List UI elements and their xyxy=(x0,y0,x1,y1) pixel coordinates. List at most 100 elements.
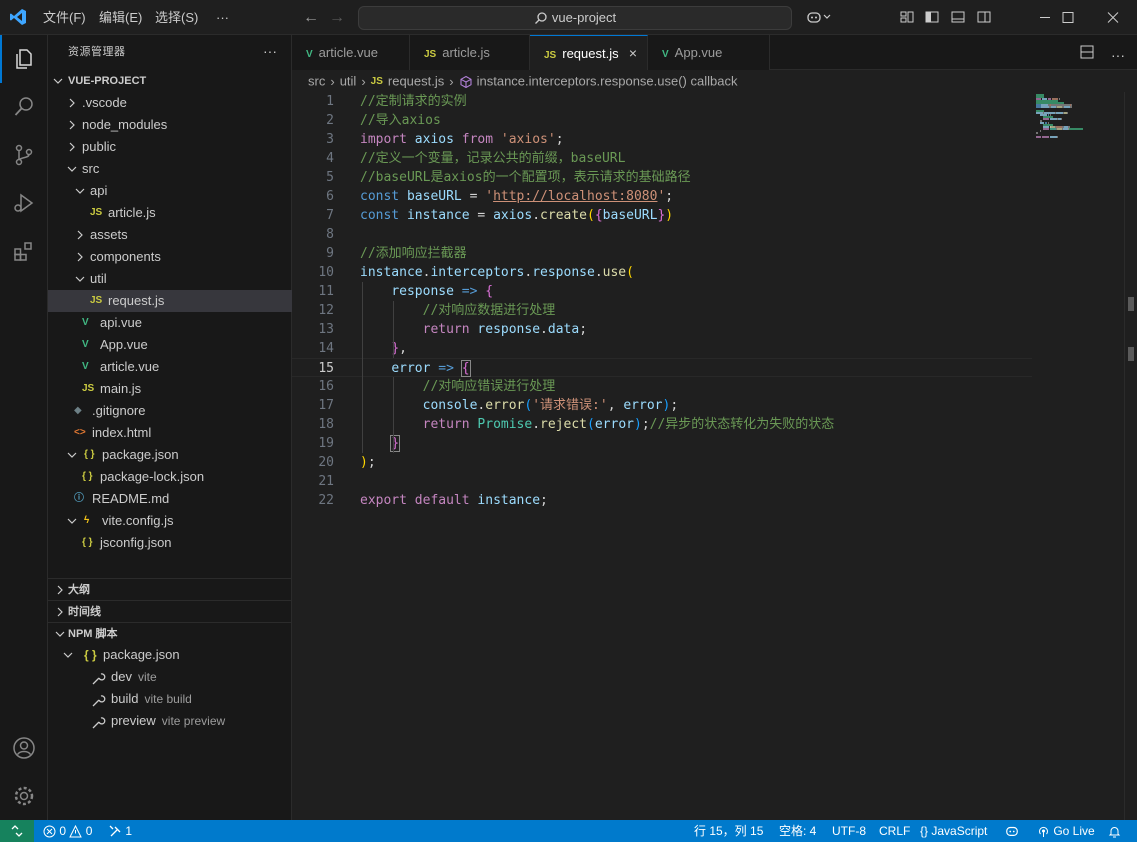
cursor-position[interactable]: 行 15，列 15 xyxy=(694,820,763,842)
language-mode[interactable]: {} JavaScript xyxy=(920,820,987,842)
code-line[interactable]: 11 response => { xyxy=(292,282,1032,301)
command-center-search[interactable]: vue-project xyxy=(358,6,792,30)
tree-item[interactable]: components xyxy=(48,246,292,268)
editor-tab[interactable]: Varticle.vue xyxy=(292,35,410,70)
menu-selection[interactable]: 选择(S) xyxy=(155,0,198,35)
menu-file[interactable]: 文件(F) xyxy=(43,0,86,35)
toggle-panel-icon[interactable] xyxy=(950,9,966,25)
outline-section[interactable]: 大纲 xyxy=(48,578,292,600)
tree-item[interactable]: { } jsconfig.json xyxy=(48,532,292,554)
search-activity[interactable] xyxy=(0,83,48,131)
minimap[interactable] xyxy=(1032,92,1124,820)
chevron-down-icon[interactable] xyxy=(822,9,832,25)
code-line[interactable]: 9 //添加响应拦截器 xyxy=(292,244,1032,263)
source-control-activity[interactable] xyxy=(0,131,48,179)
remote-indicator[interactable] xyxy=(0,820,34,842)
tree-item[interactable]: ϟ vite.config.js xyxy=(48,510,292,532)
close-window-icon[interactable] xyxy=(1090,0,1136,35)
toggle-primary-sidebar-icon[interactable] xyxy=(924,9,940,25)
tree-item[interactable]: Vapi.vue xyxy=(48,312,292,334)
code-line[interactable]: 1 //定制请求的实例 xyxy=(292,92,1032,111)
code-line[interactable]: 7 const instance = axios.create({baseURL}… xyxy=(292,206,1032,225)
code-line[interactable]: 4 //定义一个变量，记录公共的前缀，baseURL xyxy=(292,149,1032,168)
tree-item[interactable]: V App.vue xyxy=(48,334,292,356)
menu-more[interactable]: ··· xyxy=(216,0,229,35)
tree-item[interactable]: util xyxy=(48,268,292,290)
line-ending[interactable]: CRLF xyxy=(879,820,910,842)
tree-item[interactable]: JS article.js xyxy=(48,202,292,224)
copilot-icon[interactable] xyxy=(806,9,822,25)
tree-item[interactable]: src xyxy=(48,158,292,180)
code-line[interactable]: 13 return response.data; xyxy=(292,320,1032,339)
npm-scripts-section[interactable]: NPM 脚本 xyxy=(48,622,292,644)
code-line[interactable]: 10 instance.interceptors.response.use( xyxy=(292,263,1032,282)
code-line[interactable]: 20); xyxy=(292,453,1032,472)
encoding[interactable]: UTF-8 xyxy=(832,820,866,842)
forward-arrow-icon[interactable]: → xyxy=(328,9,346,27)
editor-more-actions[interactable]: ··· xyxy=(1111,47,1125,63)
maximize-icon[interactable] xyxy=(1045,0,1091,35)
tree-item[interactable]: Varticle.vue xyxy=(48,356,292,378)
tree-item[interactable]: JS main.js xyxy=(48,378,292,400)
problems-indicator[interactable]: 0 0 xyxy=(43,820,92,842)
explorer-activity[interactable] xyxy=(0,35,48,83)
tree-item[interactable]: .vscode xyxy=(48,92,292,114)
menu-edit[interactable]: 编辑(E) xyxy=(99,0,142,35)
npm-script-item[interactable]: build vite build xyxy=(48,688,292,710)
code-line[interactable]: 5 //baseURL是axios的一个配置项，表示请求的基础路径 xyxy=(292,168,1032,187)
back-arrow-icon[interactable]: ← xyxy=(302,9,320,27)
toggle-secondary-sidebar-icon[interactable] xyxy=(976,9,992,25)
tree-item[interactable]: <> index.html xyxy=(48,422,292,444)
editor-tab[interactable]: JS request.js × xyxy=(530,35,648,70)
tree-item[interactable]: node_modules xyxy=(48,114,292,136)
split-editor-icon[interactable] xyxy=(1079,44,1095,60)
tree-item[interactable]: { } package.json xyxy=(48,444,292,466)
tree-item[interactable]: assets xyxy=(48,224,292,246)
tree-item[interactable]: { } package-lock.json xyxy=(48,466,292,488)
indentation[interactable]: 空格: 4 xyxy=(779,820,816,842)
close-tab-icon[interactable]: × xyxy=(629,36,637,71)
code-line[interactable]: 2 //导入axios xyxy=(292,111,1032,130)
editor-tab[interactable]: JS article.js xyxy=(410,35,530,70)
code-line[interactable]: 3 import axios from 'axios'; xyxy=(292,130,1032,149)
code-line[interactable]: 12 //对响应数据进行处理 xyxy=(292,301,1032,320)
code-line[interactable]: 19 } xyxy=(292,434,1032,453)
copilot-status[interactable] xyxy=(1005,820,1019,842)
breadcrumb-util[interactable]: util xyxy=(340,74,357,89)
accounts-activity[interactable] xyxy=(0,724,48,772)
timeline-section[interactable]: 时间线 xyxy=(48,600,292,622)
tree-item[interactable]: ◆ .gitignore xyxy=(48,400,292,422)
editor-scrollbar[interactable] xyxy=(1124,92,1137,820)
code-line[interactable]: 22 export default instance; xyxy=(292,491,1032,510)
tree-item[interactable]: ⓘ README.md xyxy=(48,488,292,510)
tree-item[interactable]: JS request.js xyxy=(48,290,292,312)
tree-item[interactable]: api xyxy=(48,180,292,202)
extensions-activity[interactable] xyxy=(0,227,48,275)
customize-layout-icon[interactable] xyxy=(899,9,915,25)
code-line[interactable]: 14 }, xyxy=(292,339,1032,358)
breadcrumb-src[interactable]: src xyxy=(308,74,325,89)
npm-script-item[interactable]: dev vite xyxy=(48,666,292,688)
tree-item[interactable]: public xyxy=(48,136,292,158)
code-editor[interactable]: 1 //定制请求的实例 2 //导入axios 3 import axios from '… xyxy=(292,92,1032,820)
notifications-button[interactable] xyxy=(1108,820,1121,842)
manage-activity[interactable] xyxy=(0,772,48,820)
npm-package-json[interactable]: { } package.json xyxy=(48,644,292,666)
npm-script-item[interactable]: preview vite preview xyxy=(48,710,292,732)
run-debug-activity[interactable] xyxy=(0,179,48,227)
go-live-button[interactable]: Go Live xyxy=(1037,820,1095,842)
code-line[interactable]: 18 return Promise.reject(error);//异步的状态转… xyxy=(292,415,1032,434)
breadcrumb-symbol[interactable]: instance.interceptors.response.use() cal… xyxy=(477,74,738,89)
project-root[interactable]: VUE-PROJECT xyxy=(48,70,292,92)
code-line[interactable]: 8 xyxy=(292,225,1032,244)
code-line[interactable]: 21 xyxy=(292,472,1032,491)
ports-indicator[interactable]: 1 xyxy=(109,820,132,842)
code-line[interactable]: 15 error => { xyxy=(292,358,1032,377)
chevron-down-icon xyxy=(67,518,77,524)
code-line[interactable]: 6 const baseURL = 'http://localhost:8080'… xyxy=(292,187,1032,206)
breadcrumb-file[interactable]: request.js xyxy=(388,74,444,89)
code-line[interactable]: 16 //对响应错误进行处理 xyxy=(292,377,1032,396)
explorer-more-actions[interactable]: ··· xyxy=(263,35,277,70)
code-line[interactable]: 17 console.error('请求错误:', error); xyxy=(292,396,1032,415)
editor-tab[interactable]: V App.vue xyxy=(648,35,770,70)
